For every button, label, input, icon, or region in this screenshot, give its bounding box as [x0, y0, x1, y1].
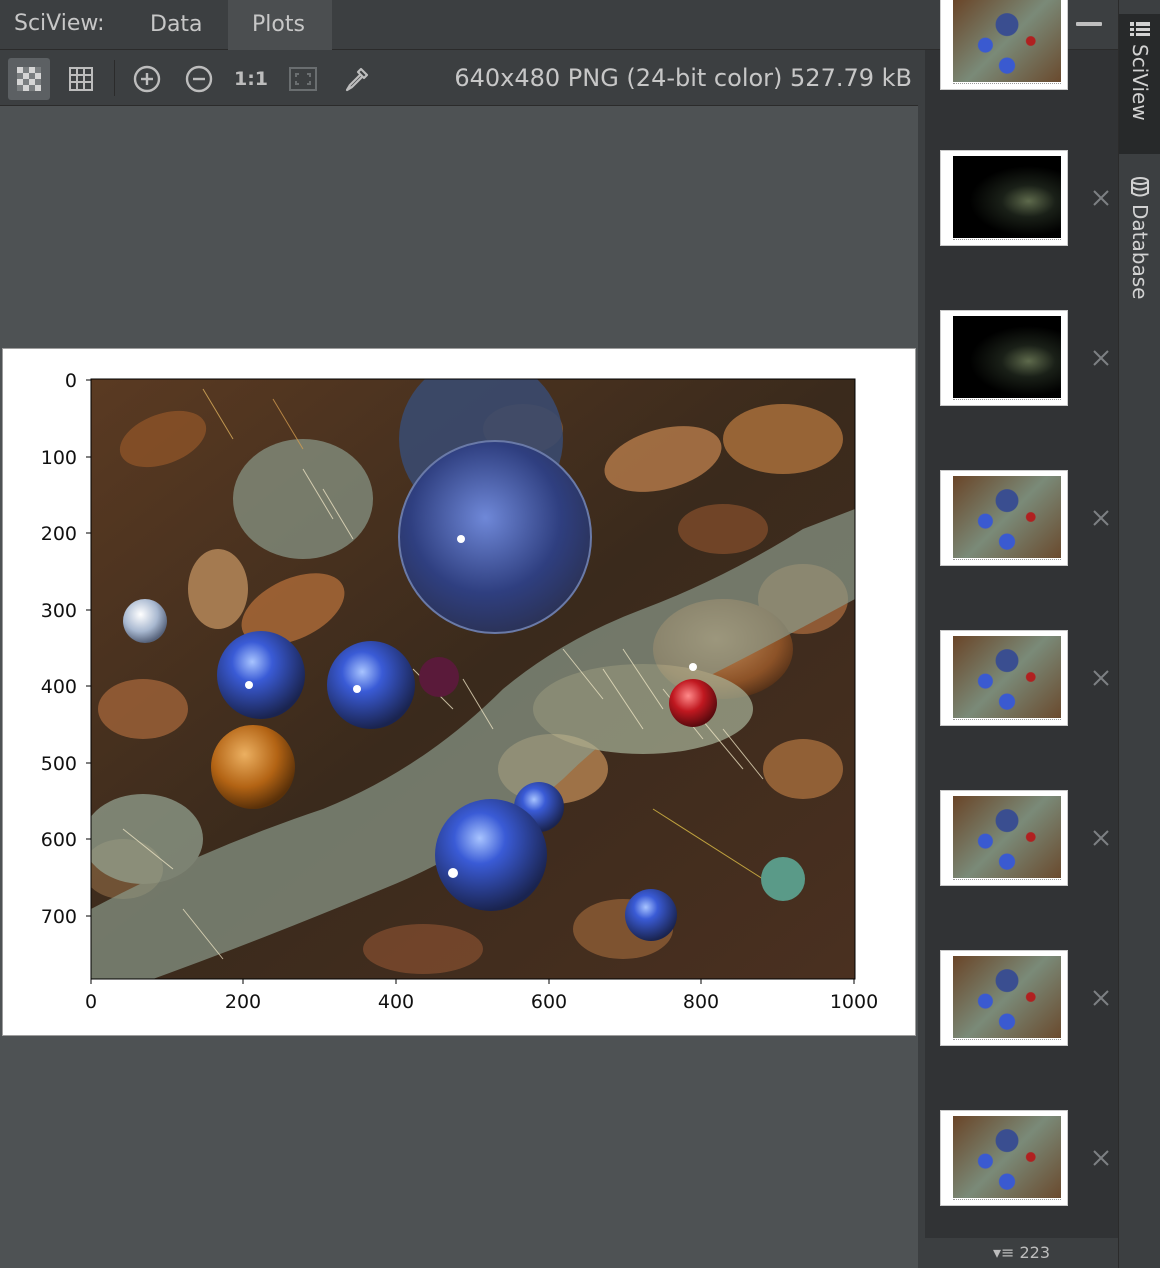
- thumbnail-image: [953, 796, 1061, 878]
- thumbnail-image: [953, 1116, 1061, 1198]
- thumbnail-axis: [953, 399, 1061, 402]
- image-info: 640x480 PNG (24-bit color) 527.79 kB: [454, 64, 912, 92]
- plot-thumbnail[interactable]: [940, 0, 1068, 90]
- actual-size-label: 1:1: [233, 68, 269, 90]
- grid-icon[interactable]: [60, 58, 102, 100]
- thumbnail-axis: [953, 83, 1061, 86]
- dropdown-icon: ▾≡: [992, 1243, 1015, 1262]
- thumbnail-axis: [953, 1039, 1061, 1042]
- thumbnail-image: [953, 316, 1061, 398]
- plot-thumbnail[interactable]: [940, 150, 1068, 246]
- close-icon[interactable]: [1089, 506, 1113, 530]
- thumbnail-image: [953, 156, 1061, 238]
- x-tick-label: 1000: [830, 991, 878, 1013]
- y-tick-label: 0: [65, 370, 77, 392]
- plot-thumbnail[interactable]: [940, 310, 1068, 406]
- y-tick-label: 700: [41, 906, 77, 928]
- y-axis: [86, 379, 91, 917]
- thumbnail-image: [953, 956, 1061, 1038]
- minimize-icon[interactable]: [1076, 22, 1102, 26]
- x-tick-label: 0: [85, 991, 97, 1013]
- database-icon: [1131, 177, 1149, 197]
- x-axis: [90, 979, 855, 984]
- plot-count-label: 223: [1019, 1243, 1051, 1262]
- close-icon[interactable]: [1089, 986, 1113, 1010]
- x-tick-label: 400: [378, 991, 414, 1013]
- sidebar-tab-label: SciView: [1128, 44, 1152, 121]
- y-tick-label: 600: [41, 829, 77, 851]
- y-tick-label: 200: [41, 523, 77, 545]
- close-icon[interactable]: [1089, 1146, 1113, 1170]
- y-tick-label: 500: [41, 753, 77, 775]
- plot-thumbnail[interactable]: [940, 630, 1068, 726]
- thumbnail-image: [953, 636, 1061, 718]
- sidebar-tab-database[interactable]: Database: [1119, 170, 1160, 320]
- close-icon[interactable]: [1089, 186, 1113, 210]
- plot-thumbnail[interactable]: [940, 1110, 1068, 1206]
- tab-data[interactable]: Data: [126, 0, 227, 50]
- close-icon[interactable]: [1089, 666, 1113, 690]
- plots-thumbnail-strip[interactable]: ▾≡ 223: [918, 0, 1118, 1268]
- thumbnail-axis: [953, 239, 1061, 242]
- thumbnail-image: [953, 476, 1061, 558]
- tab-plots[interactable]: Plots: [228, 0, 332, 50]
- thumbnail-axis: [953, 879, 1061, 882]
- app-label: SciView:: [14, 11, 105, 36]
- actual-size-button[interactable]: 1:1: [230, 58, 272, 100]
- thumbnail-axis: [953, 719, 1061, 722]
- sidebar-tab-sciview[interactable]: SciView: [1119, 14, 1160, 154]
- plot-thumbnail[interactable]: [940, 950, 1068, 1046]
- plot-count[interactable]: ▾≡ 223: [925, 1238, 1118, 1268]
- zoom-out-icon[interactable]: [178, 58, 220, 100]
- image-toolbar: 1:1 640x480 PNG (24-bit color) 527.79 kB: [0, 50, 918, 106]
- toolbar-separator: [114, 60, 115, 96]
- image-canvas[interactable]: 0 100 200 300 400 500 600 700 0 200 400 …: [0, 106, 918, 1268]
- plot-thumbnail[interactable]: [940, 470, 1068, 566]
- y-tick-label: 100: [41, 447, 77, 469]
- x-tick-label: 200: [225, 991, 261, 1013]
- color-picker-icon[interactable]: [336, 58, 378, 100]
- thumbnail-axis: [953, 1199, 1061, 1202]
- thumbnail-image: [953, 0, 1061, 82]
- plot-thumbnail[interactable]: [940, 790, 1068, 886]
- sciview-icon: [1130, 22, 1150, 36]
- close-icon[interactable]: [1089, 826, 1113, 850]
- tool-window-bar: SciView Database: [1118, 0, 1160, 1268]
- close-icon[interactable]: [1089, 346, 1113, 370]
- y-tick-label: 300: [41, 600, 77, 622]
- plot-image: 0 100 200 300 400 500 600 700 0 200 400 …: [2, 348, 916, 1036]
- fit-to-window-icon[interactable]: [282, 58, 324, 100]
- y-tick-label: 400: [41, 676, 77, 698]
- thumbnail-axis: [953, 559, 1061, 562]
- x-tick-label: 800: [683, 991, 719, 1013]
- sidebar-tab-label: Database: [1128, 204, 1152, 300]
- x-tick-label: 600: [531, 991, 567, 1013]
- zoom-in-icon[interactable]: [126, 58, 168, 100]
- chessboard-icon[interactable]: [8, 58, 50, 100]
